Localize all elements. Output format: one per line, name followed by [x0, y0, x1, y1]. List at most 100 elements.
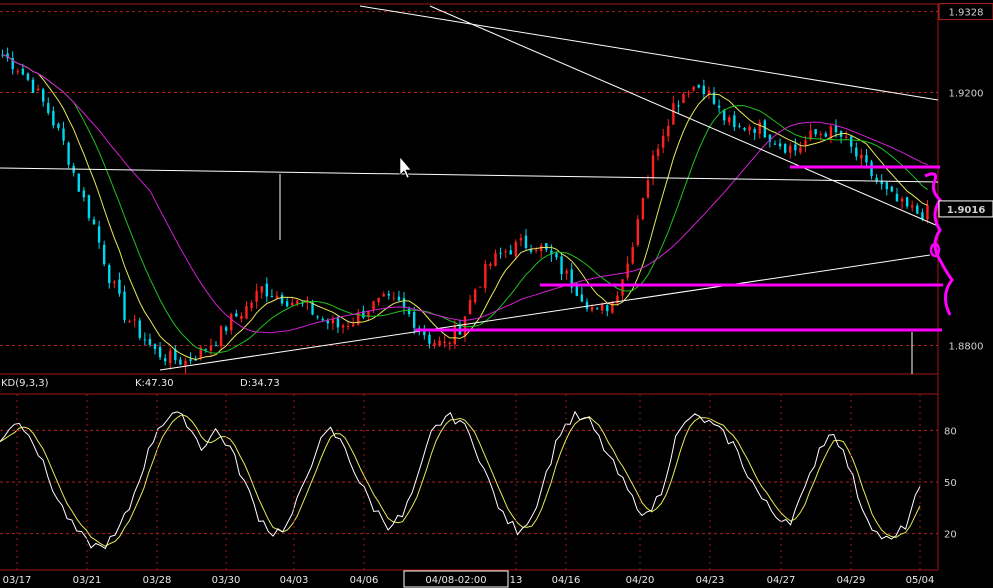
- candle-body: [255, 290, 258, 302]
- k-line: [0, 410, 921, 550]
- candle-body: [331, 319, 335, 324]
- candle-body: [626, 263, 629, 278]
- candle-body: [260, 286, 263, 293]
- candle-body: [758, 122, 761, 134]
- candle-body: [783, 144, 787, 153]
- candle-body: [743, 128, 746, 130]
- candle-body: [722, 110, 726, 121]
- candle-body: [92, 219, 96, 225]
- candle-body: [387, 293, 390, 296]
- main-panel: 1.9328 1.9200 1.9016 1.8800: [0, 3, 993, 570]
- candle-body: [545, 243, 548, 250]
- candle-body: [214, 345, 218, 347]
- candle-body: [905, 197, 909, 207]
- candle-body: [702, 85, 706, 94]
- candle-body: [672, 103, 675, 125]
- candle-body: [351, 324, 355, 327]
- time-tick-label: 04/06: [350, 575, 379, 586]
- candle-body: [179, 359, 182, 365]
- candle-body: [224, 327, 228, 331]
- candle-body: [184, 360, 187, 367]
- time-tick-label: 03/17: [3, 575, 32, 586]
- time-tick-label: 04/03: [280, 575, 309, 586]
- candle-body: [138, 320, 141, 338]
- candle-body: [189, 359, 192, 361]
- time-tick-label: 04/27: [767, 575, 796, 586]
- candle-body: [489, 264, 492, 266]
- candle-body: [402, 298, 406, 308]
- candle-body: [438, 340, 441, 346]
- candle-body: [773, 143, 777, 145]
- candle-body: [453, 325, 457, 345]
- candle-body: [382, 293, 385, 297]
- candle-body: [590, 307, 594, 311]
- candle-body: [336, 318, 340, 328]
- indicator-tick-label: 80: [944, 426, 957, 437]
- candle-body: [97, 226, 101, 243]
- indicator-tick-label: 20: [944, 530, 957, 541]
- candle-body: [677, 105, 680, 107]
- candle-body: [163, 358, 167, 362]
- candle-body: [753, 128, 756, 133]
- candle-body: [682, 94, 685, 103]
- candle-body: [219, 326, 223, 347]
- candle-body: [118, 279, 121, 294]
- candle-body: [87, 195, 91, 219]
- candle-body: [153, 344, 157, 350]
- candle-body: [728, 117, 731, 123]
- time-tick-label: 05/04: [906, 575, 935, 586]
- candle-body: [794, 144, 797, 151]
- candle-body: [524, 235, 528, 249]
- candle-body: [697, 85, 700, 88]
- price-tick-label: 1.9016: [947, 205, 986, 216]
- candle-body: [321, 318, 324, 321]
- candle-body: [245, 305, 248, 319]
- candle-body: [636, 219, 639, 245]
- candle-body: [865, 155, 868, 163]
- indicator-tick-label: 50: [944, 478, 957, 489]
- candle-body: [509, 250, 512, 255]
- candle-body: [428, 334, 431, 344]
- candle-body: [148, 339, 152, 345]
- candle-body: [316, 316, 319, 318]
- candle-body: [646, 180, 650, 198]
- candle-body: [895, 193, 899, 202]
- candle-body: [280, 295, 284, 304]
- candle-body: [661, 135, 665, 148]
- candle-body: [423, 331, 426, 336]
- candle-body: [397, 296, 401, 301]
- indicator-panel: KD(9,3,3) K:47.30 D:34.73 80 50 20: [0, 378, 957, 550]
- candle-body: [834, 125, 838, 133]
- time-axis-ticks: 03/17 03/21 03/28 03/30 04/03 04/06 13 04/16 04/…: [3, 394, 935, 586]
- candle-body: [738, 125, 741, 127]
- candle-body: [123, 291, 126, 320]
- candle-body: [656, 148, 660, 157]
- time-tick-label: 03/30: [212, 575, 241, 586]
- candle-body: [169, 350, 172, 364]
- candle-body: [519, 238, 523, 241]
- candle-body: [814, 129, 817, 135]
- indicator-lines: [0, 410, 921, 550]
- time-axis: 03/17 03/21 03/28 03/30 04/03 04/06 13 04/16 04/…: [0, 394, 938, 588]
- d-value-label: D:34.73: [240, 378, 280, 389]
- candle-body: [850, 136, 853, 147]
- candle-body: [860, 154, 863, 159]
- candle-body: [26, 73, 30, 80]
- candle-body: [47, 103, 50, 113]
- candle-body: [341, 325, 345, 328]
- main-panel-bg: [0, 4, 938, 374]
- candle-body: [717, 105, 721, 108]
- candle-body: [900, 198, 904, 202]
- candle-body: [62, 128, 65, 141]
- k-value-label: K:47.30: [135, 378, 174, 389]
- candle-body: [36, 88, 40, 91]
- candle-body: [102, 244, 106, 265]
- candle-body: [580, 294, 584, 302]
- candle-body: [601, 304, 604, 311]
- time-tick-label: 04/16: [552, 575, 581, 586]
- candle-body: [250, 302, 253, 309]
- time-tick-label: 04/20: [626, 575, 655, 586]
- candle-body: [799, 147, 802, 153]
- candle-body: [128, 321, 131, 323]
- candle-body: [778, 143, 782, 147]
